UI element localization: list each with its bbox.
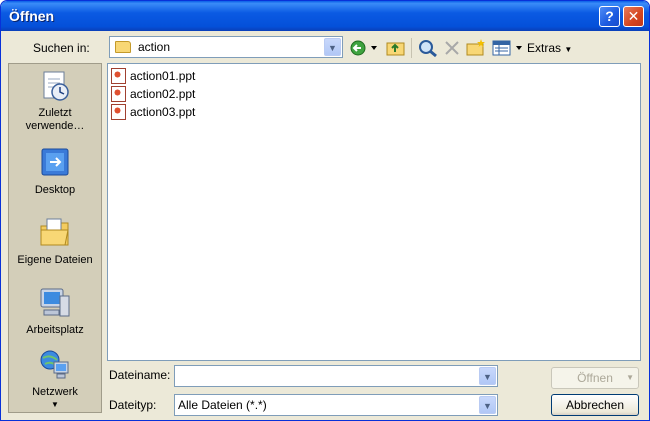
chevron-down-icon[interactable]: ▼	[324, 38, 341, 56]
dropdown-arrow-icon: ▼	[564, 45, 573, 54]
back-arrow-icon	[350, 40, 377, 56]
my-computer-icon	[38, 286, 72, 320]
new-folder-button[interactable]	[465, 38, 487, 58]
help-button[interactable]: ?	[599, 6, 620, 27]
place-my-computer-label: Arbeitsplatz	[26, 324, 84, 336]
delete-x-icon	[445, 41, 459, 55]
chevron-down-icon[interactable]: ▼	[479, 396, 496, 414]
filetype-combobox[interactable]: Alle Dateien (*.*) ▼	[174, 394, 498, 416]
places-bar: Zuletzt verwende… Desktop Eigene Dateien…	[8, 63, 102, 413]
place-recent[interactable]: Zuletzt verwende…	[9, 69, 101, 133]
up-folder-button[interactable]	[385, 38, 407, 58]
powerpoint-file-icon	[111, 104, 126, 120]
place-network-label: Netzwerk	[32, 386, 78, 398]
file-list[interactable]: action01.ppt action02.ppt action03.ppt	[107, 63, 641, 361]
window-title: Öffnen	[9, 8, 55, 24]
open-dialog: Öffnen ? ✕ Suchen in: action ▼ Extras ▼ …	[0, 0, 650, 421]
places-scroll-down-icon[interactable]: ▼	[51, 400, 59, 409]
recent-documents-icon	[38, 69, 72, 103]
lookin-combobox[interactable]: action ▼	[109, 36, 343, 58]
toolbar-separator	[411, 38, 412, 58]
lookin-folder-name: action	[138, 40, 171, 54]
title-bar[interactable]: Öffnen ? ✕	[1, 1, 649, 31]
place-desktop[interactable]: Desktop	[9, 146, 101, 197]
back-button[interactable]	[349, 38, 379, 58]
powerpoint-file-icon	[111, 86, 126, 102]
file-name: action01.ppt	[130, 69, 196, 83]
extras-menu-button[interactable]: Extras ▼	[527, 38, 575, 58]
place-my-documents[interactable]: Eigene Dateien	[9, 216, 101, 267]
cancel-button[interactable]: Abbrechen	[551, 394, 639, 416]
place-desktop-label: Desktop	[34, 184, 76, 196]
place-network[interactable]: Netzwerk	[9, 348, 101, 399]
up-folder-icon	[386, 42, 405, 56]
place-my-documents-label: Eigene Dateien	[17, 254, 93, 266]
file-name: action02.ppt	[130, 87, 196, 101]
open-button-label: Öffnen	[577, 371, 613, 385]
open-button[interactable]: Öffnen ▼	[551, 367, 639, 389]
my-documents-icon	[38, 216, 72, 250]
filename-combobox[interactable]: ▼	[174, 365, 498, 387]
close-button[interactable]: ✕	[623, 6, 644, 27]
new-folder-icon	[466, 39, 485, 56]
views-menu-icon	[492, 40, 522, 56]
extras-label: Extras	[527, 41, 562, 55]
network-icon	[38, 348, 72, 382]
desktop-icon	[38, 146, 72, 180]
file-name: action03.ppt	[130, 105, 196, 119]
filetype-value: Alle Dateien (*.*)	[178, 398, 267, 412]
chevron-down-icon[interactable]: ▼	[479, 367, 496, 385]
filetype-label: Dateityp:	[109, 398, 157, 412]
filename-label: Dateiname:	[109, 368, 171, 382]
place-recent-label: Zuletzt verwende…	[25, 107, 85, 132]
search-web-button[interactable]	[417, 38, 439, 58]
cancel-button-label: Abbrechen	[565, 398, 625, 412]
folder-icon	[115, 41, 131, 53]
place-my-computer[interactable]: Arbeitsplatz	[9, 286, 101, 337]
powerpoint-file-icon	[111, 68, 126, 84]
delete-button[interactable]	[441, 38, 463, 58]
split-arrow-icon[interactable]: ▼	[626, 368, 634, 388]
lookin-label: Suchen in:	[33, 41, 90, 55]
search-icon	[419, 40, 437, 58]
views-button[interactable]	[491, 38, 525, 58]
